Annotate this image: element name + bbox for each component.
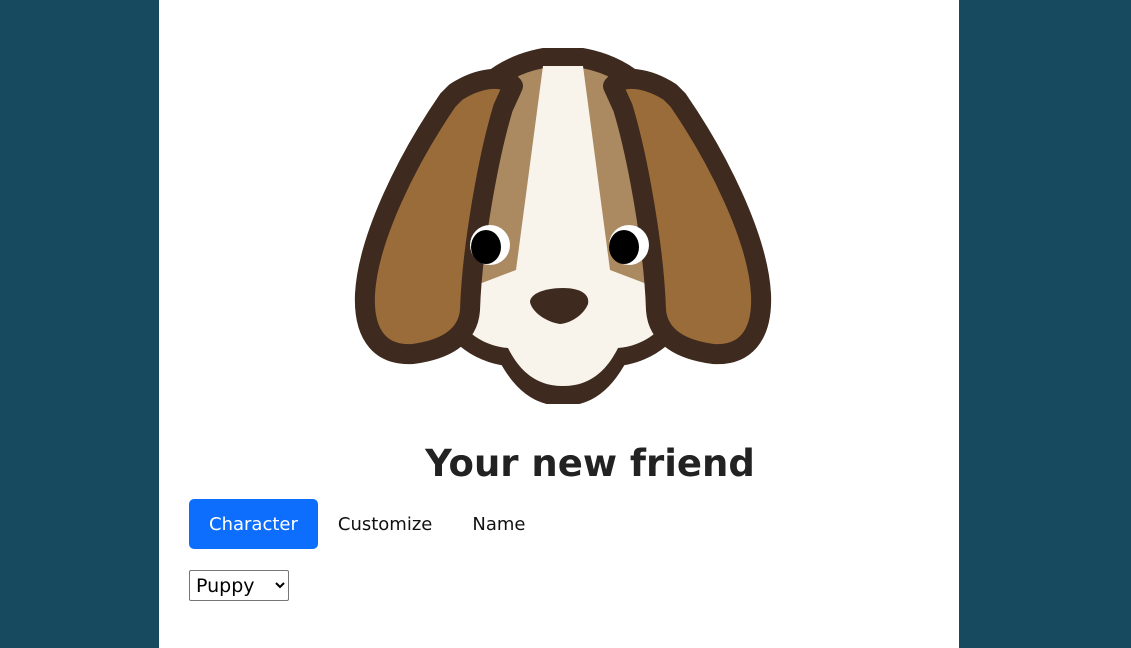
tab-character[interactable]: Character [189, 499, 318, 549]
dog-right-eye [609, 225, 649, 265]
tab-customize[interactable]: Customize [318, 499, 452, 549]
main-panel: Your new friend Character Customize Name… [159, 0, 959, 648]
dog-face-icon [354, 48, 772, 404]
dog-left-eye [470, 225, 510, 265]
character-select-wrap: Puppy [189, 570, 289, 601]
tab-bar: Character Customize Name [189, 499, 545, 549]
character-select[interactable]: Puppy [189, 570, 289, 601]
page-title: Your new friend [425, 442, 755, 485]
dog-illustration [318, 48, 808, 404]
tab-name[interactable]: Name [452, 499, 545, 549]
